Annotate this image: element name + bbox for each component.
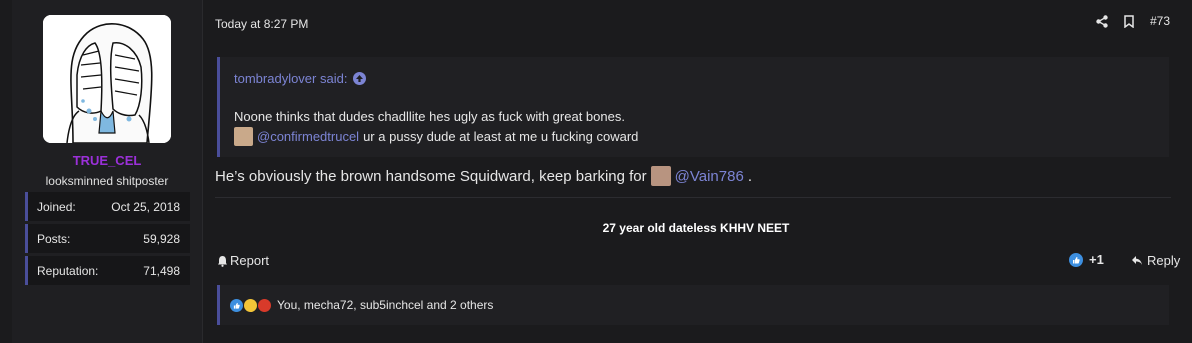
- post-actions: #73: [1096, 14, 1170, 28]
- report-label: Report: [230, 253, 270, 268]
- quote-mention[interactable]: @confirmedtrucel: [257, 129, 359, 144]
- post-date[interactable]: Today at 8:27 PM: [215, 17, 308, 31]
- post-body: He’s obviously the brown handsome Squidw…: [215, 166, 752, 186]
- like-reaction-icon: [230, 298, 243, 312]
- quote-text-2: @confirmedtrucel ur a pussy dude at leas…: [234, 127, 638, 146]
- username[interactable]: TRUE_CEL: [12, 153, 202, 168]
- post-body-end: .: [747, 167, 752, 185]
- post-main: Today at 8:27 PM #73 tombradylover said:: [202, 0, 1188, 343]
- post-mention[interactable]: @Vain786: [675, 168, 744, 185]
- share-icon[interactable]: [1096, 14, 1108, 28]
- stat-value: 71,498: [143, 263, 180, 278]
- stat-value: Oct 25, 2018: [111, 199, 180, 214]
- stat-label: Posts:: [37, 231, 71, 246]
- reaction-count-value: +1: [1089, 252, 1104, 267]
- quote-text-rest: ur a pussy dude at least at me u fucking…: [363, 129, 639, 144]
- post-number[interactable]: #73: [1150, 14, 1170, 28]
- user-title: looksminned shitposter: [45, 174, 169, 188]
- user-column: TRUE_CEL looksminned shitposter Joined: …: [12, 0, 202, 343]
- post: TRUE_CEL looksminned shitposter Joined: …: [12, 0, 1188, 343]
- report-button[interactable]: Report: [217, 253, 269, 268]
- mention-avatar: [234, 127, 253, 146]
- angry-reaction-icon: [258, 298, 271, 312]
- arrow-up-icon[interactable]: [353, 72, 367, 85]
- laugh-reaction-icon: [244, 298, 257, 312]
- quote-header[interactable]: tombradylover said:: [234, 71, 367, 86]
- quote-block: tombradylover said: Noone thinks that du…: [217, 57, 1169, 157]
- reply-icon: [1132, 256, 1142, 265]
- signature-divider: [215, 197, 1171, 198]
- avatar[interactable]: [43, 15, 171, 143]
- reaction-count[interactable]: +1: [1069, 252, 1104, 267]
- stat-label: Joined:: [37, 199, 76, 214]
- quote-text: Noone thinks that dudes chadllite hes ug…: [234, 109, 625, 124]
- stat-posts: Posts: 59,928: [25, 224, 190, 253]
- mention-avatar: [650, 166, 671, 186]
- stat-joined: Joined: Oct 25, 2018: [25, 192, 190, 221]
- bell-icon: [218, 255, 227, 267]
- reactions-bar[interactable]: You, mecha72, sub5inchcel and 2 others: [217, 285, 1169, 325]
- post-body-text: He’s obviously the brown handsome Squidw…: [215, 167, 647, 185]
- reaction-icons: [230, 298, 271, 312]
- stat-reputation: Reputation: 71,498: [25, 256, 190, 285]
- reply-button[interactable]: Reply: [1131, 253, 1180, 268]
- reply-label: Reply: [1147, 253, 1181, 268]
- quote-author[interactable]: tombradylover said:: [234, 71, 347, 86]
- like-icon[interactable]: [1069, 252, 1083, 267]
- signature: 27 year old dateless KHHV NEET: [602, 221, 790, 235]
- avatar-crying-wojak-image: [43, 15, 171, 143]
- stat-label: Reputation:: [37, 263, 99, 278]
- bookmark-icon[interactable]: [1124, 14, 1134, 28]
- reactions-text[interactable]: You, mecha72, sub5inchcel and 2 others: [277, 298, 493, 312]
- stat-value: 59,928: [143, 231, 180, 246]
